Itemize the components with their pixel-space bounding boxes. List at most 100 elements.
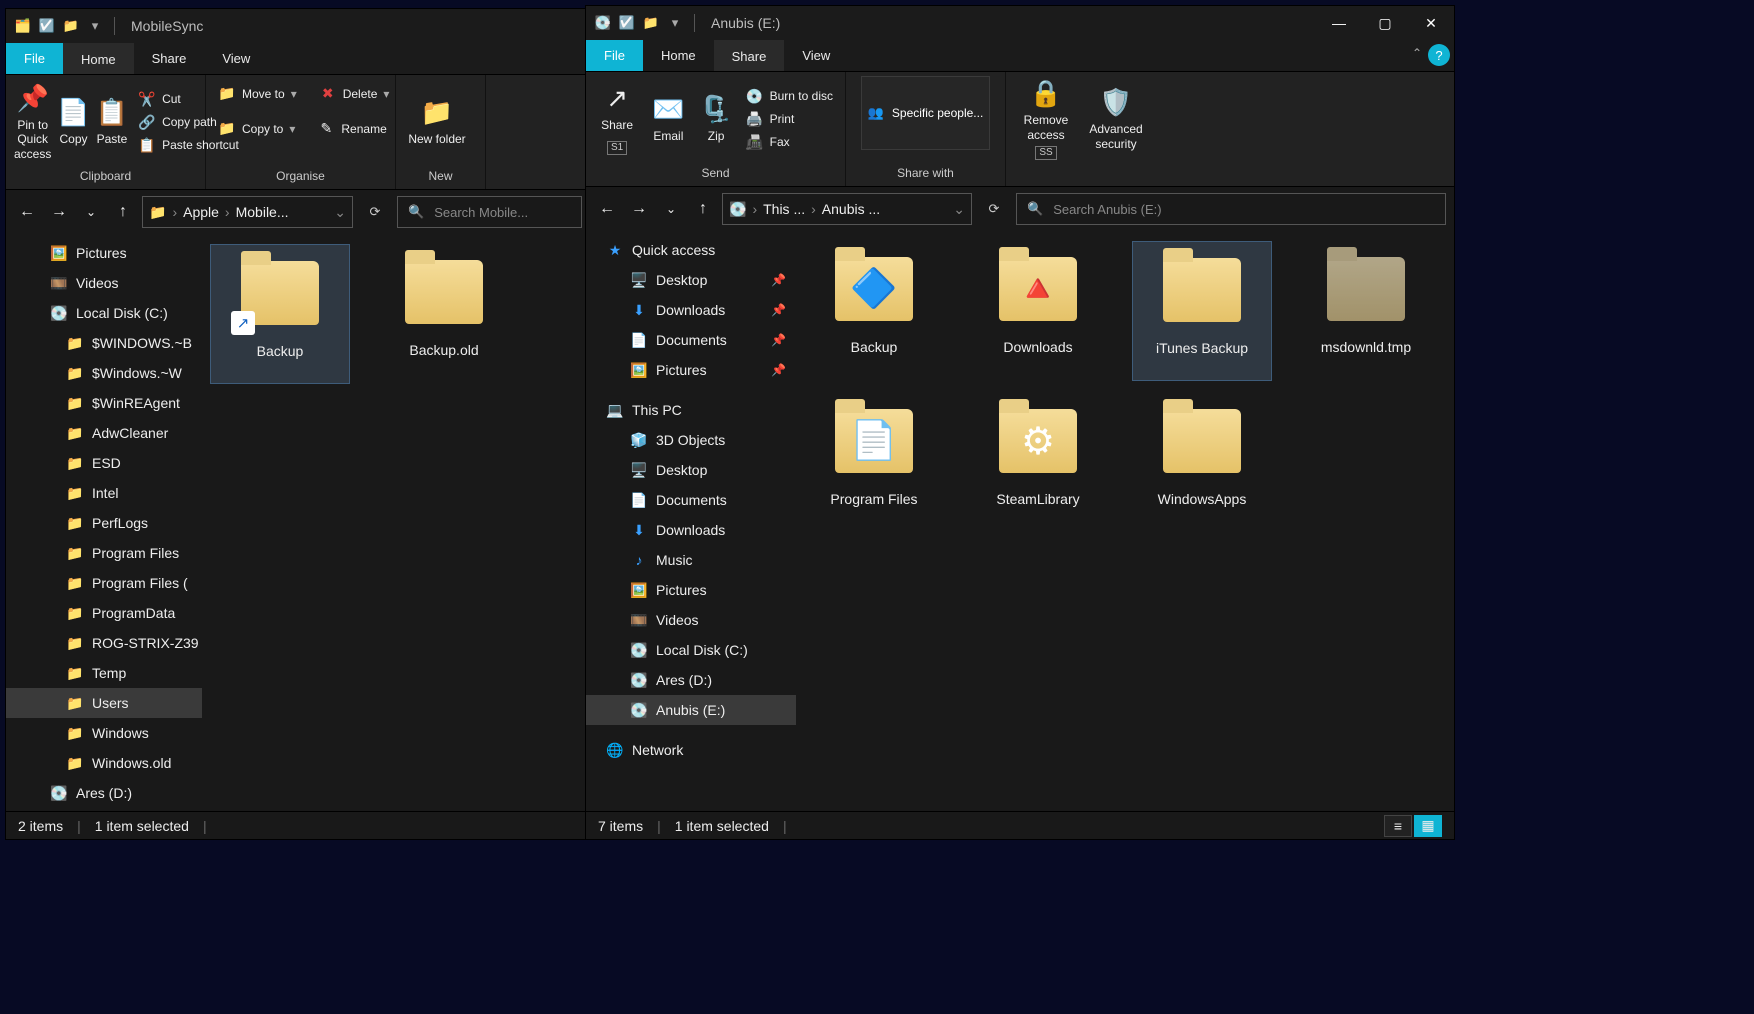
tab-view[interactable]: View xyxy=(784,40,848,71)
up-button[interactable]: ↑ xyxy=(690,194,716,224)
zip-button[interactable]: 🗜️Zip xyxy=(697,94,736,144)
folder-tile[interactable]: 🔷Backup xyxy=(804,241,944,381)
tab-home[interactable]: Home xyxy=(643,40,714,71)
folder-tile[interactable]: ↗Backup xyxy=(210,244,350,384)
recent-button[interactable]: ⌄ xyxy=(78,197,104,227)
close-button[interactable]: ✕ xyxy=(1408,6,1454,40)
folder-tile[interactable]: 🔺Downloads xyxy=(968,241,1108,381)
nav-item[interactable]: 💽Ares (D:) xyxy=(586,665,796,695)
share-button[interactable]: ↗ShareS1 xyxy=(594,83,640,155)
icons-view-button[interactable]: ▦ xyxy=(1414,815,1442,837)
nav-item[interactable]: 📁Program Files ( xyxy=(6,568,202,598)
nav-item[interactable]: 📁Program Files xyxy=(6,538,202,568)
forward-button[interactable]: → xyxy=(626,194,652,224)
nav-item[interactable]: 🎞️Videos xyxy=(6,268,202,298)
nav-item[interactable]: 📁ProgramData xyxy=(6,598,202,628)
copy-to-button[interactable]: 📁Copy to ▾ xyxy=(214,118,299,139)
tab-home[interactable]: Home xyxy=(63,43,134,74)
nav-item[interactable]: 🖼️Pictures xyxy=(586,575,796,605)
search-input[interactable]: 🔍 Search Mobile... xyxy=(397,196,582,228)
tab-file[interactable]: File xyxy=(6,43,63,74)
nav-item[interactable]: 📁$WinREAgent xyxy=(6,388,202,418)
qat-more-icon[interactable]: ▾ xyxy=(664,12,686,34)
qat-newfolder-icon[interactable]: 📁 xyxy=(640,12,662,34)
nav-item[interactable]: 💽Ares (D:) xyxy=(6,778,202,808)
nav-item[interactable]: 📁ESD xyxy=(6,448,202,478)
nav-item[interactable]: 🖥️Desktop📌 xyxy=(586,265,796,295)
nav-item[interactable]: 📁Windows xyxy=(6,718,202,748)
nav-item[interactable]: 💽Local Disk (C:) xyxy=(586,635,796,665)
nav-item[interactable]: 📁$Windows.~W xyxy=(6,358,202,388)
paste-button[interactable]: 📋Paste xyxy=(96,97,128,147)
nav-item[interactable]: 📁ROG-STRIX-Z39 xyxy=(6,628,202,658)
nav-item[interactable]: 💽Local Disk (C:) xyxy=(6,298,202,328)
forward-button[interactable]: → xyxy=(46,197,72,227)
nav-item[interactable]: 📁PerfLogs xyxy=(6,508,202,538)
refresh-button[interactable]: ⟳ xyxy=(359,196,391,228)
folder-tile[interactable]: iTunes Backup xyxy=(1132,241,1272,381)
back-button[interactable]: ← xyxy=(14,197,40,227)
nav-item[interactable]: ⬇Downloads xyxy=(586,515,796,545)
tab-view[interactable]: View xyxy=(204,43,268,74)
nav-item[interactable]: 🌐Network xyxy=(586,735,796,765)
collapse-ribbon-button[interactable]: ⌃ xyxy=(1412,46,1422,60)
move-to-button[interactable]: 📁Move to ▾ xyxy=(214,83,301,104)
qat-properties-icon[interactable]: ☑️ xyxy=(36,15,58,37)
nav-item[interactable]: 📁Temp xyxy=(6,658,202,688)
maximize-button[interactable]: ▢ xyxy=(1362,6,1408,40)
chevron-down-icon[interactable]: ⌄ xyxy=(953,201,965,218)
refresh-button[interactable]: ⟳ xyxy=(978,193,1010,225)
nav-item[interactable]: 📁$WINDOWS.~B xyxy=(6,328,202,358)
advanced-security-button[interactable]: 🛡️Advanced security xyxy=(1084,87,1148,151)
qat-more-icon[interactable]: ▾ xyxy=(84,15,106,37)
nav-item[interactable]: 🖼️Pictures xyxy=(6,238,202,268)
nav-item[interactable]: 🎞️Videos xyxy=(586,605,796,635)
nav-item[interactable]: 🧊3D Objects xyxy=(586,425,796,455)
nav-item[interactable]: 💽Anubis (E:) xyxy=(586,695,796,725)
fax-button[interactable]: 📠Fax xyxy=(742,132,837,153)
remove-access-button[interactable]: 🔒Remove accessSS xyxy=(1014,78,1078,160)
folder-tile[interactable]: Backup.old xyxy=(374,244,514,384)
title-bar[interactable]: 💽 ☑️ 📁 ▾ Anubis (E:) — ▢ ✕ xyxy=(586,6,1454,40)
address-bar[interactable]: 📁 › Apple › Mobile... ⌄ xyxy=(142,196,353,228)
tab-share[interactable]: Share xyxy=(714,40,785,71)
address-bar[interactable]: 💽 › This ... › Anubis ... ⌄ xyxy=(722,193,972,225)
nav-item[interactable]: 🖥️Desktop xyxy=(586,455,796,485)
breadcrumb-seg2[interactable]: Mobile... xyxy=(236,204,289,220)
nav-item[interactable]: 📄Documents xyxy=(586,485,796,515)
help-button[interactable]: ? xyxy=(1428,44,1450,66)
copy-button[interactable]: 📄Copy xyxy=(57,97,89,147)
content-pane[interactable]: 🔷Backup🔺DownloadsiTunes Backupmsdownld.t… xyxy=(796,231,1454,811)
nav-item[interactable]: 📁Windows.old xyxy=(6,748,202,778)
nav-pane[interactable]: ★Quick access🖥️Desktop📌⬇Downloads📌📄Docum… xyxy=(586,231,796,811)
specific-people-button[interactable]: Specific people... xyxy=(892,106,983,120)
recent-button[interactable]: ⌄ xyxy=(658,194,684,224)
burn-to-disc-button[interactable]: 💿Burn to disc xyxy=(742,86,837,107)
new-folder-button[interactable]: 📁New folder xyxy=(404,97,470,147)
nav-item[interactable]: 🖼️Pictures📌 xyxy=(586,355,796,385)
folder-tile[interactable]: 📄Program Files xyxy=(804,393,944,533)
nav-item[interactable]: ★Quick access xyxy=(586,235,796,265)
email-button[interactable]: ✉️Email xyxy=(646,94,690,144)
minimize-button[interactable]: — xyxy=(1316,6,1362,40)
nav-item[interactable]: 📁Intel xyxy=(6,478,202,508)
up-button[interactable]: ↑ xyxy=(110,197,136,227)
nav-item[interactable]: 📁AdwCleaner xyxy=(6,418,202,448)
chevron-down-icon[interactable]: ⌄ xyxy=(334,204,346,221)
title-bar[interactable]: 🗂️ ☑️ 📁 ▾ MobileSync xyxy=(6,9,590,43)
qat-newfolder-icon[interactable]: 📁 xyxy=(60,15,82,37)
qat-properties-icon[interactable]: ☑️ xyxy=(616,12,638,34)
tab-file[interactable]: File xyxy=(586,40,643,71)
pin-to-quick-access-button[interactable]: 📌Pin to Quick access xyxy=(14,83,51,161)
tab-share[interactable]: Share xyxy=(134,43,205,74)
details-view-button[interactable]: ≡ xyxy=(1384,815,1412,837)
breadcrumb-seg2[interactable]: Anubis ... xyxy=(822,201,880,217)
nav-item[interactable]: 📄Documents📌 xyxy=(586,325,796,355)
nav-pane[interactable]: 🖼️Pictures🎞️Videos💽Local Disk (C:)📁$WIND… xyxy=(6,234,202,811)
breadcrumb-seg1[interactable]: Apple xyxy=(183,204,219,220)
rename-button[interactable]: ✎Rename xyxy=(313,118,390,139)
nav-item[interactable]: ♪Music xyxy=(586,545,796,575)
content-pane[interactable]: ↗BackupBackup.old xyxy=(202,234,590,811)
nav-item[interactable]: ⬇Downloads📌 xyxy=(586,295,796,325)
search-input[interactable]: 🔍 Search Anubis (E:) xyxy=(1016,193,1446,225)
